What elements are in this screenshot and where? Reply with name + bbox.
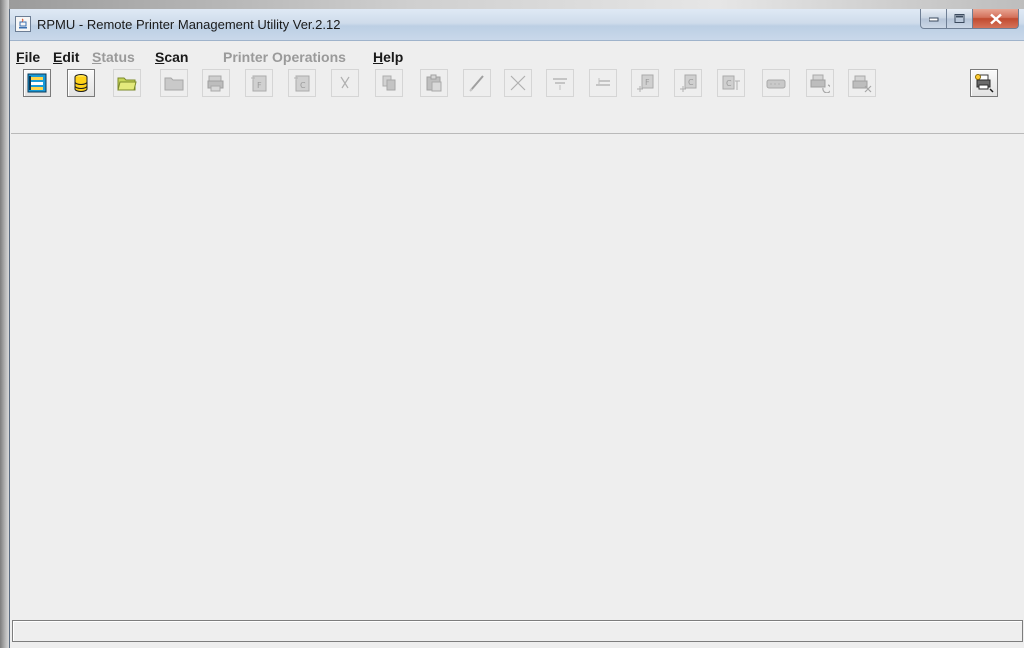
folder-button[interactable]	[160, 69, 188, 97]
panel-icon	[766, 79, 786, 89]
printer-status-button[interactable]	[202, 69, 230, 97]
toolbar: F C F C C	[10, 67, 1024, 129]
minimize-icon	[928, 17, 938, 21]
printer-refresh-icon	[810, 74, 830, 93]
menu-bar: File Edit Status Scan Printer Operations…	[10, 45, 1024, 67]
insert-below-icon	[553, 78, 567, 90]
cut-button[interactable]	[331, 69, 359, 97]
copy-button[interactable]	[375, 69, 403, 97]
file-c-compare-button[interactable]: C	[717, 69, 745, 97]
open-folder-button[interactable]	[113, 69, 141, 97]
printer-list-button[interactable]	[23, 69, 51, 97]
printer-search-button[interactable]	[970, 69, 998, 97]
close-icon	[989, 13, 1002, 24]
open-folder-icon	[117, 77, 137, 91]
cut-icon	[340, 76, 350, 89]
svg-text:C: C	[300, 81, 306, 90]
panel-button[interactable]	[762, 69, 790, 97]
close-button[interactable]	[973, 9, 1019, 29]
printer-delete-button[interactable]	[848, 69, 876, 97]
menu-status[interactable]: Status	[92, 49, 135, 65]
add-file-c-button[interactable]: C	[674, 69, 702, 97]
insert-below-button[interactable]	[546, 69, 574, 97]
menu-scan[interactable]: Scan	[155, 49, 188, 65]
svg-text:C: C	[688, 78, 694, 87]
printer-status-icon	[207, 75, 224, 92]
edit-button[interactable]	[463, 69, 491, 97]
copy-icon	[382, 75, 396, 91]
delete-button[interactable]	[504, 69, 532, 97]
main-content-area[interactable]	[11, 133, 1024, 618]
svg-text:F: F	[257, 81, 262, 90]
printer-delete-icon	[852, 75, 872, 93]
window-title: RPMU - Remote Printer Management Utility…	[37, 17, 341, 32]
printer-refresh-button[interactable]	[806, 69, 834, 97]
printer-search-icon	[975, 74, 994, 93]
app-window: RPMU - Remote Printer Management Utility…	[9, 9, 1024, 648]
printer-list-icon	[27, 73, 47, 93]
desktop-background	[0, 0, 1024, 9]
title-bar[interactable]: RPMU - Remote Printer Management Utility…	[10, 9, 1024, 41]
database-button[interactable]	[67, 69, 95, 97]
menu-help[interactable]: Help	[373, 49, 403, 65]
status-bar	[12, 620, 1023, 642]
add-file-f-icon: F	[637, 74, 654, 92]
java-app-icon[interactable]	[15, 16, 31, 32]
paste-button[interactable]	[420, 69, 448, 97]
svg-text:C: C	[726, 79, 732, 88]
delete-x-icon	[510, 75, 526, 91]
minimize-button[interactable]	[920, 9, 947, 29]
menu-file[interactable]: File	[16, 49, 40, 65]
file-c-button[interactable]: C	[288, 69, 316, 97]
window-controls	[920, 9, 1019, 31]
file-f-button[interactable]: F	[245, 69, 273, 97]
desktop-background-left	[0, 0, 9, 648]
add-file-c-icon: C	[680, 74, 697, 92]
menu-printer-operations[interactable]: Printer Operations	[223, 49, 346, 65]
add-file-f-button[interactable]: F	[631, 69, 659, 97]
maximize-button[interactable]	[947, 9, 973, 29]
insert-above-icon	[596, 78, 610, 86]
file-c-icon: C	[294, 75, 310, 92]
edit-pencil-icon	[469, 75, 484, 92]
file-f-icon: F	[251, 75, 267, 92]
maximize-icon	[954, 13, 964, 23]
database-icon	[74, 74, 88, 92]
svg-text:F: F	[645, 78, 650, 87]
folder-icon	[164, 77, 184, 91]
file-c-compare-icon: C	[722, 75, 740, 90]
menu-edit[interactable]: Edit	[53, 49, 79, 65]
insert-above-button[interactable]	[589, 69, 617, 97]
paste-icon	[426, 74, 442, 92]
